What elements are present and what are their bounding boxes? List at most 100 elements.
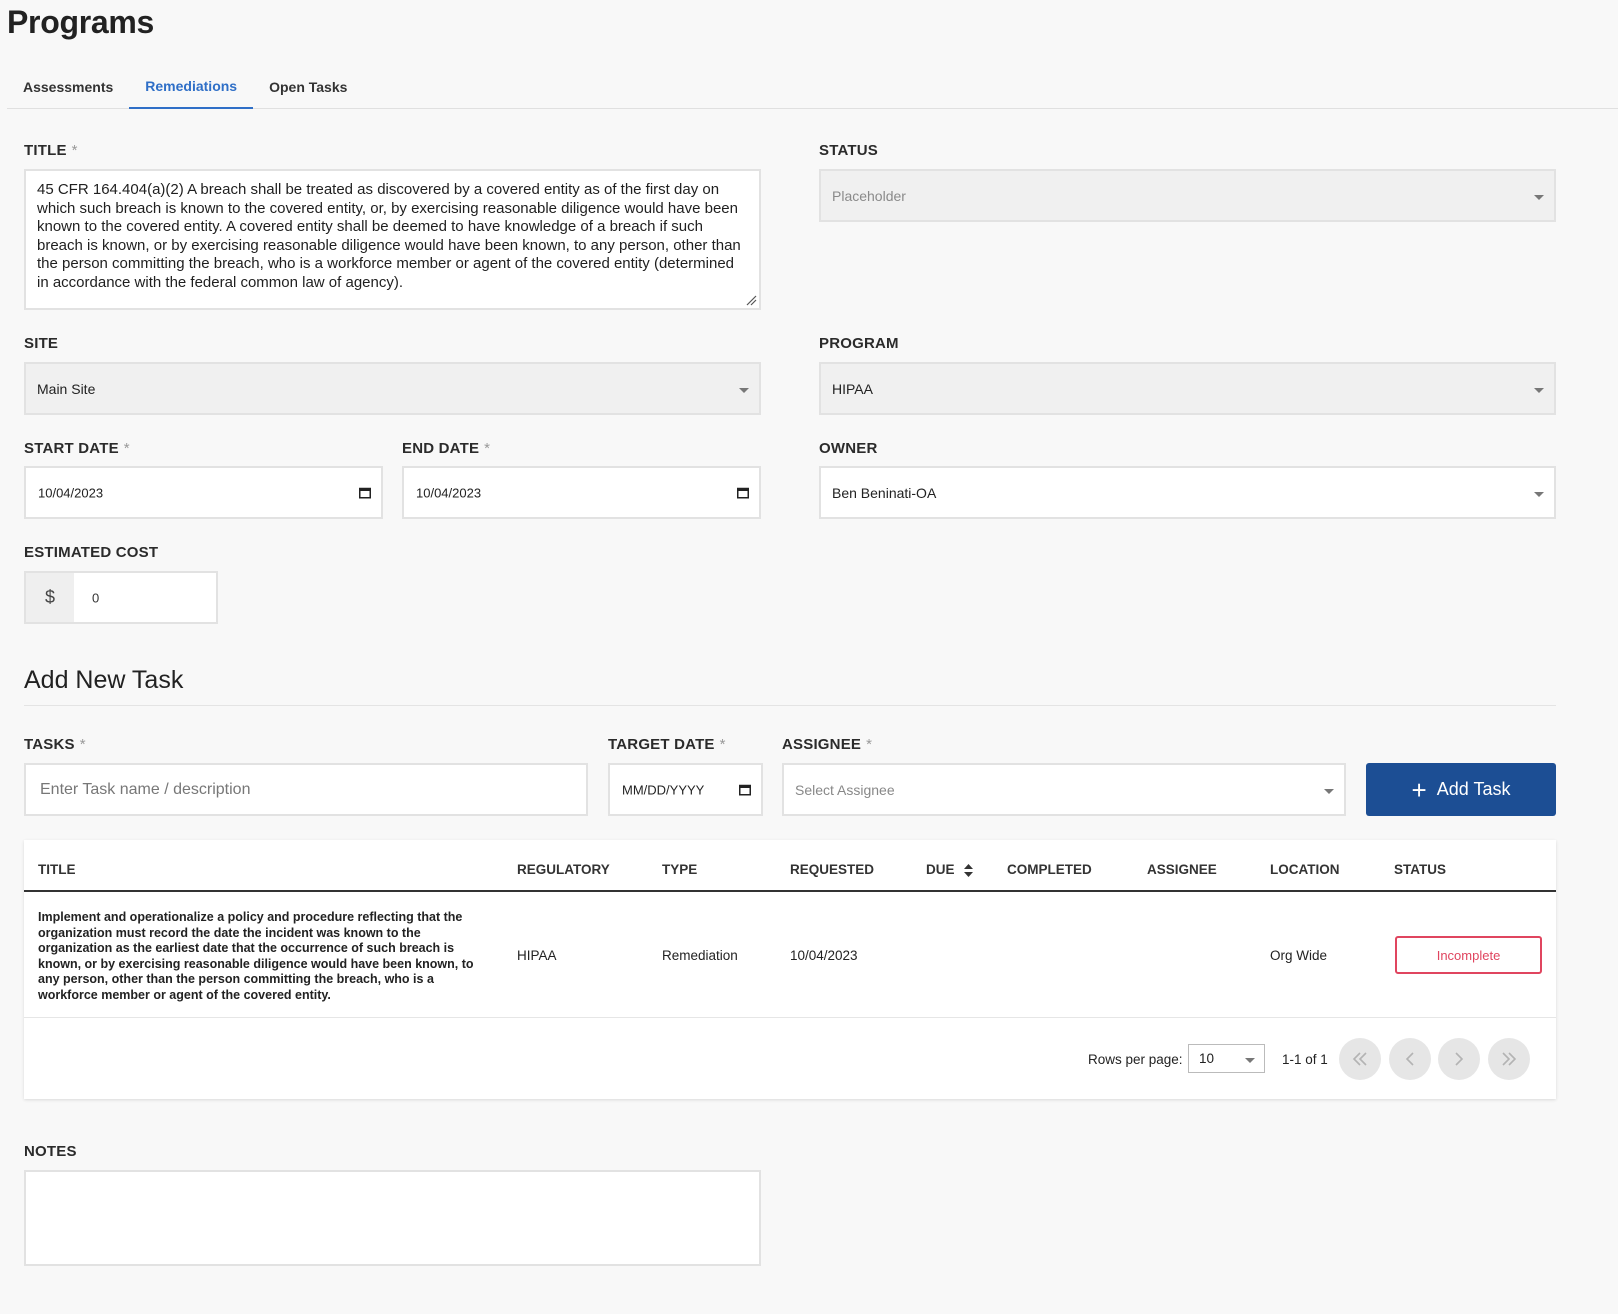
rows-per-page-value: 10 [1199,1051,1215,1066]
rows-per-page-select[interactable]: 10 [1188,1044,1265,1073]
title-textarea-value: 45 CFR 164.404(a)(2) A breach shall be t… [37,181,741,291]
status-badge[interactable]: Incomplete [1395,936,1542,974]
tab-assessments[interactable]: Assessments [7,64,129,109]
previous-page-button[interactable] [1389,1038,1431,1080]
pagination-range: 1-1 of 1 [1282,1052,1328,1067]
owner-select[interactable]: Ben Beninati-OA [819,466,1556,519]
column-header-assignee[interactable]: ASSIGNEE [1147,862,1217,877]
status-select-placeholder: Placeholder [832,187,906,204]
double-chevron-right-icon [1502,1052,1517,1066]
estimated-cost-label: ESTIMATED COST [24,544,159,561]
title-textarea[interactable]: 45 CFR 164.404(a)(2) A breach shall be t… [24,169,761,310]
assignee-label: ASSIGNEE * [782,736,872,753]
required-marker: * [866,736,873,753]
target-date-placeholder: MM/DD/YYYY [622,782,705,797]
column-header-type[interactable]: TYPE [662,862,697,877]
required-marker: * [71,142,78,159]
title-label-text: TITLE [24,142,67,159]
double-chevron-left-icon [1352,1052,1367,1066]
column-header-title[interactable]: TITLE [38,862,76,877]
site-select-value: Main Site [37,380,96,397]
site-label: SITE [24,335,59,352]
start-date-label-text: START DATE [24,440,119,457]
target-date-input[interactable]: MM/DD/YYYY [608,763,763,816]
add-task-button-label: Add Task [1436,779,1511,799]
resize-grip-icon[interactable] [745,294,757,306]
estimated-cost-input[interactable]: $ 0 [24,571,218,624]
required-marker: * [719,736,726,753]
status-select[interactable]: Placeholder [819,169,1556,222]
section-divider [24,705,1556,706]
plus-icon: + [1411,774,1427,805]
chevron-down-icon [1324,788,1334,794]
end-date-label-text: END DATE [402,440,480,457]
chevron-left-icon [1405,1052,1414,1066]
row-type: Remediation [662,948,738,963]
start-date-label: START DATE * [24,440,130,457]
title-label: TITLE * [24,142,78,159]
end-date-value: 10/04/2023 [416,485,482,500]
task-name-placeholder: Enter Task name / description [40,780,251,798]
target-date-label-text: TARGET DATE [608,736,715,753]
row-location: Org Wide [1270,948,1328,963]
site-select[interactable]: Main Site [24,362,761,415]
column-header-location[interactable]: LOCATION [1270,862,1340,877]
owner-select-value: Ben Beninati-OA [832,484,937,501]
calendar-icon[interactable] [737,487,749,498]
assignee-select[interactable]: Select Assignee [782,763,1346,816]
add-new-task-heading: Add New Task [24,666,184,694]
currency-prefix: $ [26,573,74,622]
chevron-down-icon [1534,387,1544,393]
start-date-input[interactable]: 10/04/2023 [24,466,383,519]
row-title: Implement and operationalize a policy an… [38,910,474,1002]
add-task-button[interactable]: + Add Task [1366,763,1556,816]
program-select[interactable]: HIPAA [819,362,1556,415]
chevron-right-icon [1455,1052,1464,1066]
target-date-label: TARGET DATE * [608,736,726,753]
column-header-due[interactable]: DUE [926,862,974,877]
start-date-value: 10/04/2023 [38,485,104,500]
notes-label: NOTES [24,1143,77,1160]
owner-label: OWNER [819,440,878,457]
notes-textarea[interactable] [24,1170,761,1266]
estimated-cost-value: 0 [92,590,100,605]
first-page-button[interactable] [1339,1038,1381,1080]
calendar-icon[interactable] [359,487,371,498]
row-requested: 10/04/2023 [790,948,858,963]
chevron-down-icon [739,387,749,393]
next-page-button[interactable] [1438,1038,1480,1080]
chevron-down-icon [1534,491,1544,497]
assignee-placeholder: Select Assignee [795,781,895,798]
assignee-label-text: ASSIGNEE [782,736,862,753]
column-header-due-label: DUE [926,862,955,877]
end-date-label: END DATE * [402,440,490,457]
tasks-label: TASKS * [24,736,86,753]
chevron-down-icon [1534,194,1544,200]
task-name-input[interactable]: Enter Task name / description [24,763,588,816]
rows-per-page-label: Rows per page: [1088,1052,1183,1067]
last-page-button[interactable] [1488,1038,1530,1080]
tab-remediations[interactable]: Remediations [129,64,254,109]
column-header-regulatory[interactable]: REGULATORY [517,862,610,877]
row-regulatory: HIPAA [517,948,557,963]
end-date-input[interactable]: 10/04/2023 [402,466,761,519]
column-header-completed[interactable]: COMPLETED [1007,862,1092,877]
tasks-label-text: TASKS [24,736,75,753]
status-label: STATUS [819,142,878,159]
required-marker: * [79,736,86,753]
tab-bar: Assessments Remediations Open Tasks [7,64,1618,109]
program-select-value: HIPAA [832,380,873,397]
calendar-icon[interactable] [739,784,751,795]
page-title: Programs [7,4,154,40]
column-header-requested[interactable]: REQUESTED [790,862,874,877]
program-label: PROGRAM [819,335,899,352]
chevron-down-icon [1245,1057,1255,1063]
tab-open-tasks[interactable]: Open Tasks [253,64,363,109]
row-divider [24,1017,1556,1018]
table-header-divider [24,890,1556,892]
column-header-status[interactable]: STATUS [1394,862,1446,877]
tasks-table: TITLE REGULATORY TYPE REQUESTED DUE COMP… [24,840,1556,1099]
required-marker: * [123,440,130,457]
required-marker: * [484,440,491,457]
sort-icon[interactable] [964,863,974,877]
